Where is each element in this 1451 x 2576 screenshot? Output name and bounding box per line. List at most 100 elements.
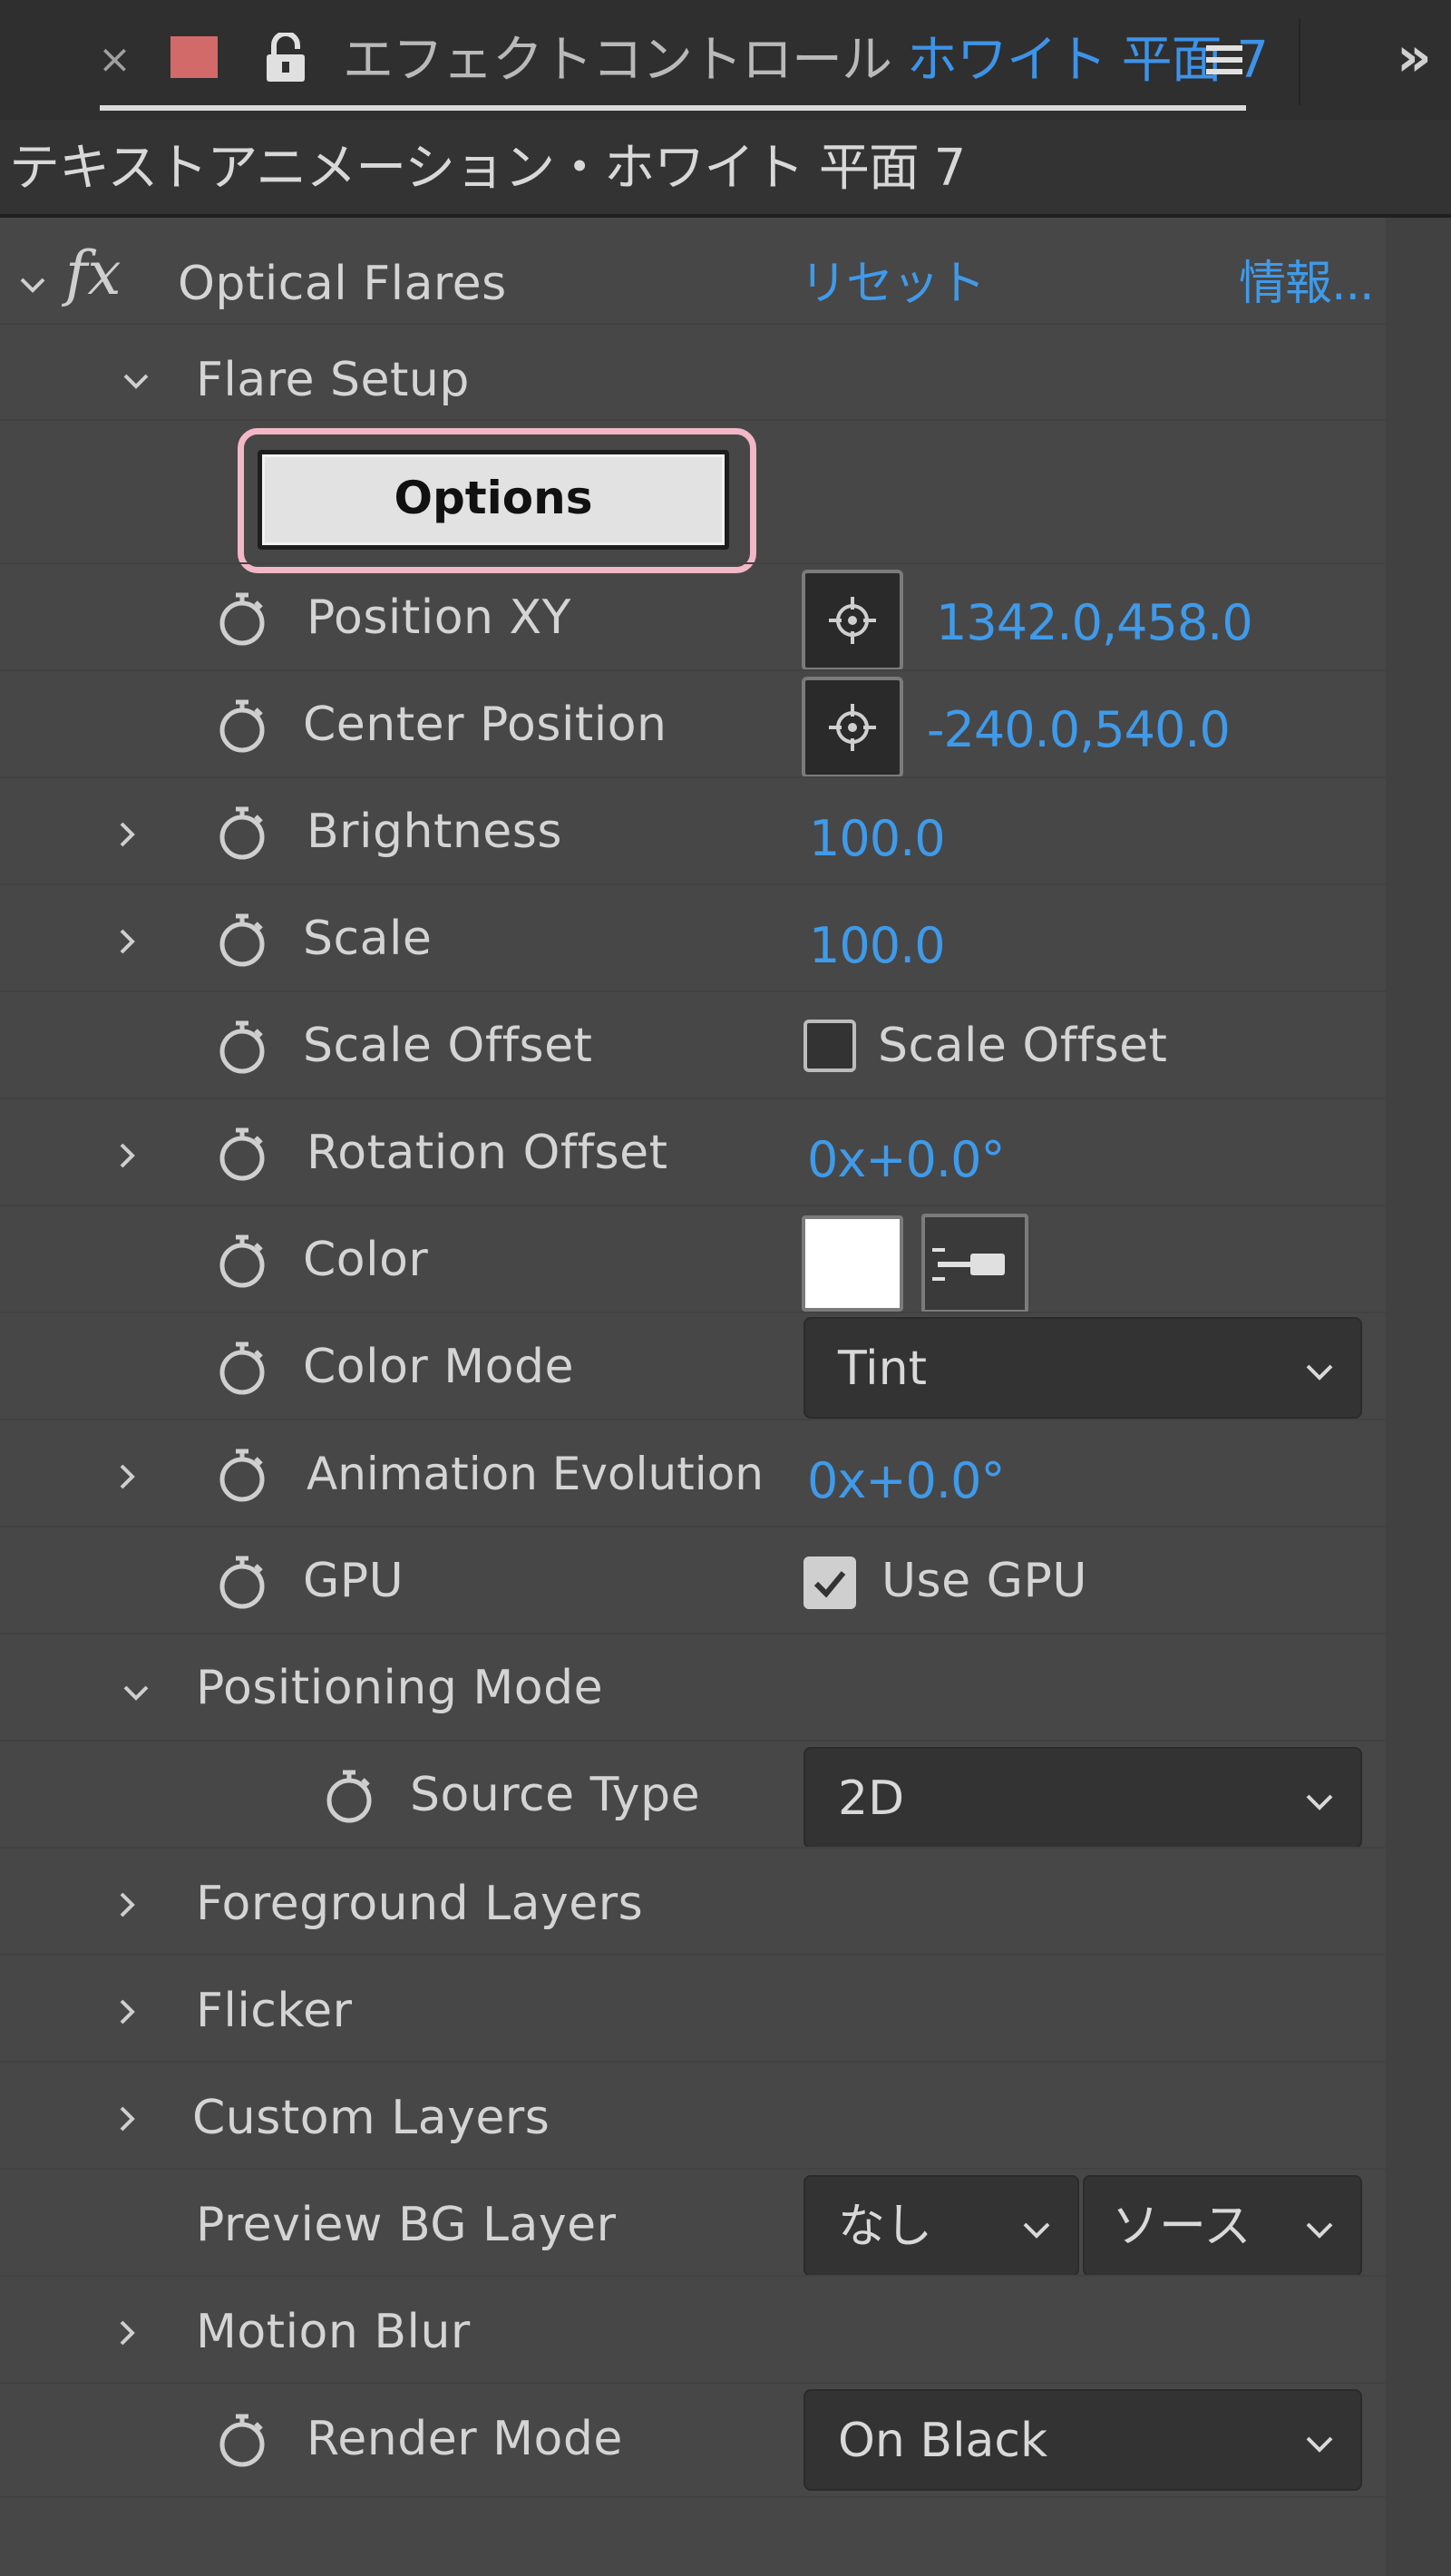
about-link[interactable]: 情報...: [1239, 252, 1375, 316]
chevron-right-icon[interactable]: [109, 1137, 145, 1174]
divider: [0, 990, 1386, 992]
divider: [0, 323, 1386, 325]
eyedropper-icon[interactable]: [921, 1214, 1028, 1313]
more-tabs-chevron-icon[interactable]: »: [1397, 22, 1432, 93]
divider: [0, 776, 1386, 778]
animation-evolution-value[interactable]: 0x+0.0°: [807, 1449, 1005, 1513]
divider: [0, 1526, 1386, 1527]
stopwatch-icon[interactable]: [214, 805, 270, 862]
source-type-dropdown[interactable]: 2D: [803, 1747, 1362, 1849]
property-label-color: Color: [303, 1233, 429, 1287]
group-label-custom-layers[interactable]: Custom Layers: [192, 2086, 550, 2150]
center-position-value[interactable]: -240.0,540.0: [927, 698, 1231, 762]
divider: [0, 883, 1386, 885]
group-label-motion-blur[interactable]: Motion Blur: [196, 2300, 471, 2364]
chevron-right-icon[interactable]: [109, 2101, 145, 2137]
chevron-down-icon: [1018, 2211, 1056, 2248]
layer-breadcrumb-bar: テキストアニメーション・ホワイト 平面 7: [0, 120, 1451, 218]
chevron-down-icon[interactable]: [118, 363, 154, 399]
divider: [0, 1419, 1386, 1420]
stopwatch-icon[interactable]: [214, 591, 270, 648]
scale-offset-checkbox-label[interactable]: Scale Offset: [878, 1014, 1167, 1078]
scale-offset-checkbox[interactable]: [803, 1020, 856, 1072]
preview-bg-source-dropdown[interactable]: ソース: [1083, 2175, 1362, 2277]
property-label-animation-evolution: Animation Evolution: [307, 1448, 764, 1500]
stopwatch-icon[interactable]: [214, 912, 270, 969]
property-label-position-xy: Position XY: [307, 590, 571, 645]
stopwatch-icon[interactable]: [214, 1020, 270, 1076]
rotation-offset-value[interactable]: 0x+0.0°: [807, 1128, 1005, 1192]
chevron-down-icon: [1300, 1353, 1339, 1390]
chevron-right-icon[interactable]: [109, 2315, 145, 2351]
panel-menu-icon[interactable]: [1204, 40, 1244, 80]
chevron-down-icon: [1300, 2425, 1339, 2462]
divider: [0, 1312, 1386, 1313]
scrollbar-track[interactable]: [1386, 218, 1451, 2576]
position-xy-value[interactable]: 1342.0,458.0: [936, 591, 1253, 655]
stopwatch-icon[interactable]: [214, 698, 270, 755]
center-target-button[interactable]: [802, 677, 903, 778]
preview-bg-layer-dropdown[interactable]: なし: [803, 2175, 1079, 2277]
options-button[interactable]: Options: [258, 450, 729, 550]
stopwatch-icon[interactable]: [214, 1555, 270, 1611]
stopwatch-icon[interactable]: [214, 1234, 270, 1290]
tab-title-prefix: エフェクトコントロール: [343, 31, 907, 90]
stopwatch-icon[interactable]: [214, 1448, 270, 1504]
divider: [0, 669, 1386, 671]
property-label-rotation-offset: Rotation Offset: [307, 1126, 668, 1180]
divider: [0, 2382, 1386, 2384]
property-label-color-mode: Color Mode: [303, 1340, 574, 1394]
divider: [0, 1633, 1386, 1634]
divider: [0, 2275, 1386, 2277]
stopwatch-icon[interactable]: [321, 1769, 377, 1825]
property-label-source-type: Source Type: [410, 1768, 701, 1822]
property-label-gpu: GPU: [303, 1554, 404, 1608]
use-gpu-checkbox-label[interactable]: Use GPU: [881, 1549, 1087, 1613]
chevron-down-icon[interactable]: [15, 267, 51, 303]
layer-color-swatch: [170, 36, 218, 78]
color-mode-dropdown[interactable]: Tint: [803, 1317, 1362, 1419]
chevron-right-icon[interactable]: [109, 1994, 145, 2030]
chevron-right-icon[interactable]: [109, 816, 145, 853]
divider: [0, 2168, 1386, 2170]
panel-tab-bar: × エフェクトコントロール ホワイト 平面 7 »: [0, 0, 1451, 120]
property-label-scale-offset: Scale Offset: [303, 1019, 593, 1073]
color-swatch[interactable]: [802, 1215, 903, 1312]
scale-value[interactable]: 100.0: [809, 914, 946, 978]
brightness-value[interactable]: 100.0: [809, 807, 946, 871]
group-label-flicker[interactable]: Flicker: [196, 1979, 353, 2043]
render-mode-dropdown[interactable]: On Black: [803, 2389, 1362, 2491]
use-gpu-checkbox[interactable]: [803, 1556, 856, 1609]
group-label-flare-setup[interactable]: Flare Setup: [196, 348, 470, 412]
fx-icon[interactable]: fx: [65, 238, 122, 310]
stopwatch-icon[interactable]: [214, 2413, 270, 2469]
divider: [0, 1954, 1386, 1956]
chevron-right-icon[interactable]: [109, 1887, 145, 1923]
effect-name: Optical Flares: [178, 257, 507, 311]
property-label-center-position: Center Position: [303, 698, 667, 752]
stopwatch-icon[interactable]: [214, 1127, 270, 1183]
property-label-scale: Scale: [303, 912, 433, 966]
chevron-right-icon[interactable]: [109, 923, 145, 960]
preview-bg-source-selected: ソース: [1112, 2200, 1251, 2254]
color-mode-selected: Tint: [838, 1342, 927, 1396]
chevron-down-icon: [1300, 2211, 1339, 2248]
render-mode-selected: On Black: [838, 2414, 1048, 2468]
group-label-positioning-mode[interactable]: Positioning Mode: [196, 1656, 603, 1720]
group-label-foreground-layers[interactable]: Foreground Layers: [196, 1872, 643, 1936]
divider: [0, 2061, 1386, 2063]
divider: [0, 1847, 1386, 1849]
property-label-preview-bg-layer: Preview BG Layer: [196, 2198, 617, 2252]
tab-effect-controls[interactable]: エフェクトコントロール ホワイト 平面 7: [343, 25, 1269, 96]
tab-divider: [1299, 18, 1300, 105]
active-tab-underline: [100, 105, 1246, 111]
lock-icon[interactable]: [263, 31, 308, 83]
chevron-right-icon[interactable]: [109, 1459, 145, 1495]
position-target-button[interactable]: [802, 570, 903, 671]
stopwatch-icon[interactable]: [214, 1341, 270, 1397]
close-tab-button[interactable]: ×: [98, 33, 131, 87]
divider: [0, 1205, 1386, 1206]
divider: [0, 1740, 1386, 1742]
chevron-down-icon[interactable]: [118, 1674, 154, 1711]
reset-link[interactable]: リセット: [800, 252, 986, 316]
